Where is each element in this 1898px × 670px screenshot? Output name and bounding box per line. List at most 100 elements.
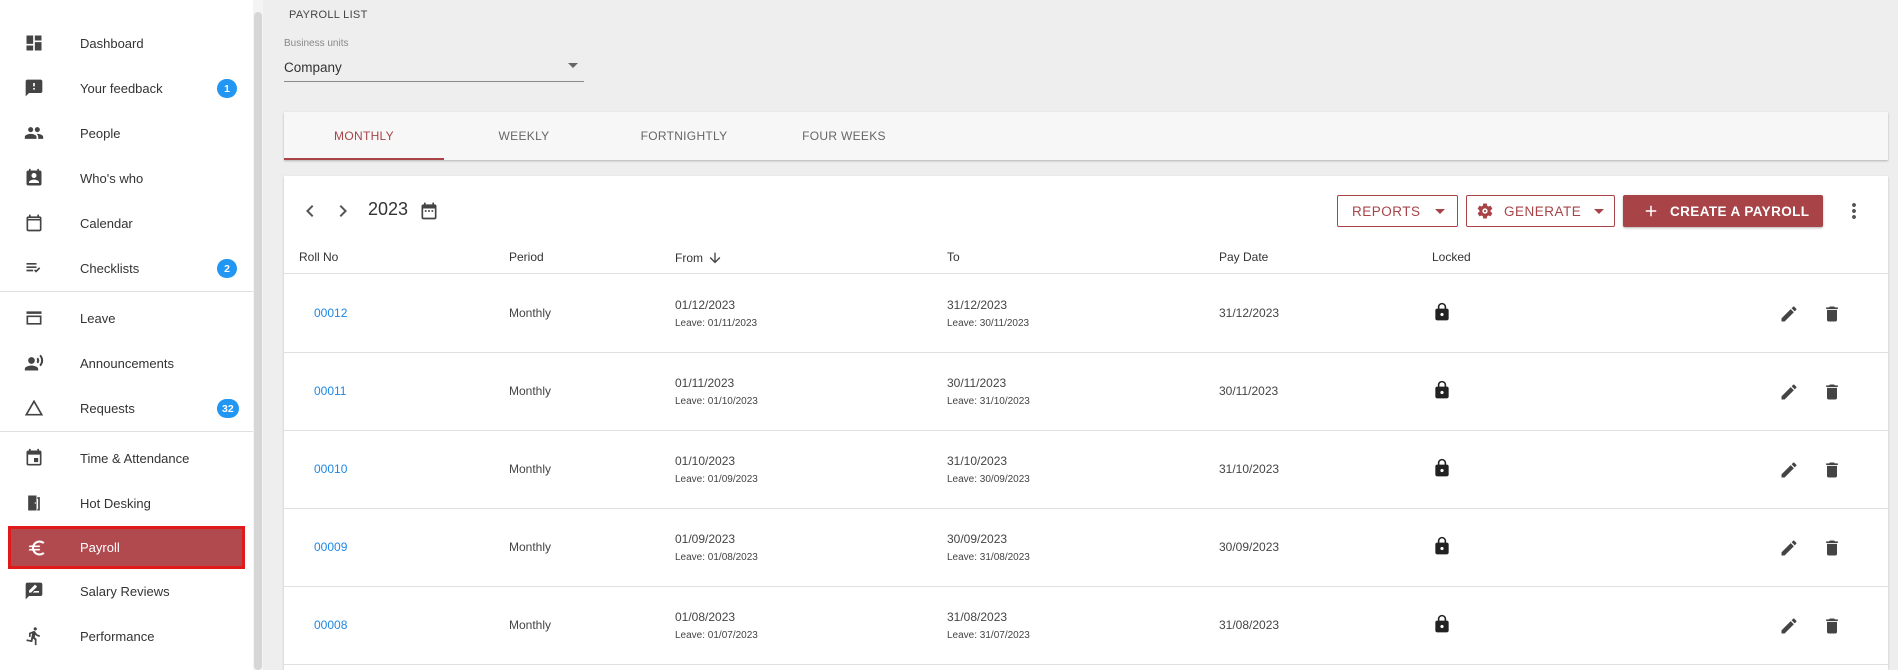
generate-button[interactable]: GENERATE	[1466, 195, 1615, 227]
to-date: 30/11/2023	[947, 376, 1007, 390]
roll-number-link[interactable]: 00009	[314, 540, 347, 554]
calendar-icon[interactable]	[419, 201, 439, 221]
edit-icon[interactable]	[1779, 460, 1799, 480]
sidebar-item-label: Announcements	[80, 356, 174, 371]
contact-icon	[24, 168, 44, 188]
delete-icon[interactable]	[1822, 616, 1842, 636]
business-units-value: Company	[284, 60, 342, 75]
table-row[interactable]: 00011 Monthly 01/11/2023 Leave: 01/10/2023 3…	[284, 353, 1888, 431]
lock-icon	[1432, 458, 1452, 478]
pay-date: 31/12/2023	[1219, 306, 1280, 320]
tab-four-weeks[interactable]: FOUR WEEKS	[764, 112, 924, 160]
delete-icon[interactable]	[1822, 538, 1842, 558]
sidebar-item-checklists[interactable]: Checklists 2	[0, 246, 253, 291]
from-leave-date: Leave: 01/07/2023	[675, 630, 758, 641]
lock-icon	[1432, 302, 1452, 322]
chevron-right-icon[interactable]	[331, 199, 355, 223]
column-header-from[interactable]: From	[675, 250, 723, 266]
pay-date: 31/10/2023	[1219, 462, 1280, 476]
create-payroll-button[interactable]: CREATE A PAYROLL	[1623, 195, 1823, 227]
to-date: 31/10/2023	[947, 454, 1008, 468]
sidebar-item-time-attendance[interactable]: Time & Attendance	[0, 436, 253, 481]
sidebar-item-label: Leave	[80, 311, 116, 326]
column-header-locked[interactable]: Locked	[1432, 250, 1471, 264]
table-row[interactable]: 00008 Monthly 01/08/2023 Leave: 01/07/2023 3…	[284, 587, 1888, 665]
sidebar-item-people[interactable]: People	[0, 111, 253, 156]
delete-icon[interactable]	[1822, 382, 1842, 402]
caret-down-icon	[1435, 209, 1445, 214]
from-leave-date: Leave: 01/11/2023	[675, 318, 758, 329]
sidebar-item-label: Dashboard	[80, 36, 144, 51]
sidebar-item-payroll[interactable]: Payroll	[8, 526, 245, 569]
lock-icon	[1432, 614, 1452, 634]
to-leave-date: Leave: 31/08/2023	[947, 552, 1030, 563]
edit-icon[interactable]	[1779, 616, 1799, 636]
lock-icon	[1432, 536, 1452, 556]
tab-monthly[interactable]: MONTHLY	[284, 112, 444, 160]
more-vertical-icon[interactable]	[1842, 199, 1866, 223]
from-date: 01/11/2023	[675, 376, 735, 390]
delete-icon[interactable]	[1822, 304, 1842, 324]
delete-icon[interactable]	[1822, 460, 1842, 480]
chevron-left-icon[interactable]	[298, 199, 322, 223]
count-badge: 1	[217, 79, 237, 98]
sidebar-item-label: Checklists	[80, 261, 140, 276]
column-header-paydate[interactable]: Pay Date	[1219, 250, 1268, 264]
business-units-select[interactable]: Business units Company	[284, 37, 584, 82]
sidebar-item-performance[interactable]: Performance	[0, 614, 253, 659]
sidebar-item-announcements[interactable]: Announcements	[0, 341, 253, 386]
sidebar-item-label: Who's who	[80, 171, 144, 186]
count-badge: 32	[217, 399, 239, 418]
edit-icon[interactable]	[1779, 304, 1799, 324]
calendar-icon	[24, 213, 44, 233]
roll-number-link[interactable]: 00012	[314, 306, 347, 320]
edit-icon[interactable]	[1779, 382, 1799, 402]
sidebar-item-who-s-who[interactable]: Who's who	[0, 156, 253, 201]
roll-number-link[interactable]: 00011	[314, 384, 346, 398]
sidebar-item-label: Requests	[80, 401, 135, 416]
table-row[interactable]: 00010 Monthly 01/10/2023 Leave: 01/09/2023 3…	[284, 431, 1888, 509]
tab-weekly[interactable]: WEEKLY	[444, 112, 604, 160]
period-cell: Monthly	[509, 384, 552, 398]
pay-date: 31/08/2023	[1219, 618, 1280, 632]
column-header-roll[interactable]: Roll No	[299, 250, 338, 264]
people-icon	[24, 123, 44, 143]
to-date: 31/12/2023	[947, 298, 1008, 312]
payroll-period-tabs: MONTHLY WEEKLY FORTNIGHTLY FOUR WEEKS	[284, 112, 1888, 160]
column-header-to[interactable]: To	[947, 250, 960, 264]
edit-icon[interactable]	[1779, 538, 1799, 558]
period-cell: Monthly	[509, 306, 552, 320]
feedback-icon	[24, 78, 44, 98]
sidebar-item-hot-desking[interactable]: Hot Desking	[0, 481, 253, 526]
to-leave-date: Leave: 31/10/2023	[947, 396, 1030, 407]
to-date: 30/09/2023	[947, 532, 1008, 546]
gear-icon	[1476, 202, 1494, 220]
dashboard-icon	[24, 33, 44, 53]
sidebar-item-your-feedback[interactable]: Your feedback 1	[0, 66, 253, 111]
roll-number-link[interactable]: 00010	[314, 462, 347, 476]
pay-date: 30/09/2023	[1219, 540, 1280, 554]
sidebar-item-label: Time & Attendance	[80, 451, 190, 466]
count-badge: 2	[217, 259, 237, 278]
sidebar-scrollbar[interactable]	[253, 0, 263, 670]
sidebar-scrollbar-thumb[interactable]	[254, 12, 262, 670]
roll-number-link[interactable]: 00008	[314, 618, 347, 632]
from-leave-date: Leave: 01/09/2023	[675, 474, 758, 485]
sidebar-item-calendar[interactable]: Calendar	[0, 201, 253, 246]
sidebar-item-dashboard[interactable]: Dashboard	[0, 21, 253, 66]
from-date: 01/12/2023	[675, 298, 736, 312]
tab-fortnightly[interactable]: FORTNIGHTLY	[604, 112, 764, 160]
arrow-down-icon	[709, 252, 721, 264]
table-row[interactable]: 00012 Monthly 01/12/2023 Leave: 01/11/2023 3…	[284, 275, 1888, 353]
table-row[interactable]: 00009 Monthly 01/09/2023 Leave: 01/08/2023 3…	[284, 509, 1888, 587]
sidebar-item-leave[interactable]: Leave	[0, 296, 253, 341]
page-title: PAYROLL LIST	[289, 9, 368, 21]
payroll-card: 2023 REPORTS GENERATE CREATE A PAYROLL R…	[284, 176, 1888, 670]
rate-review-icon	[24, 581, 44, 601]
column-header-period[interactable]: Period	[509, 250, 544, 264]
sidebar-item-requests[interactable]: Requests 32	[0, 386, 253, 431]
pay-date: 30/11/2023	[1219, 384, 1279, 398]
sidebar-item-salary-reviews[interactable]: Salary Reviews	[0, 569, 253, 614]
announcement-icon	[24, 353, 44, 373]
reports-button[interactable]: REPORTS	[1337, 195, 1458, 227]
